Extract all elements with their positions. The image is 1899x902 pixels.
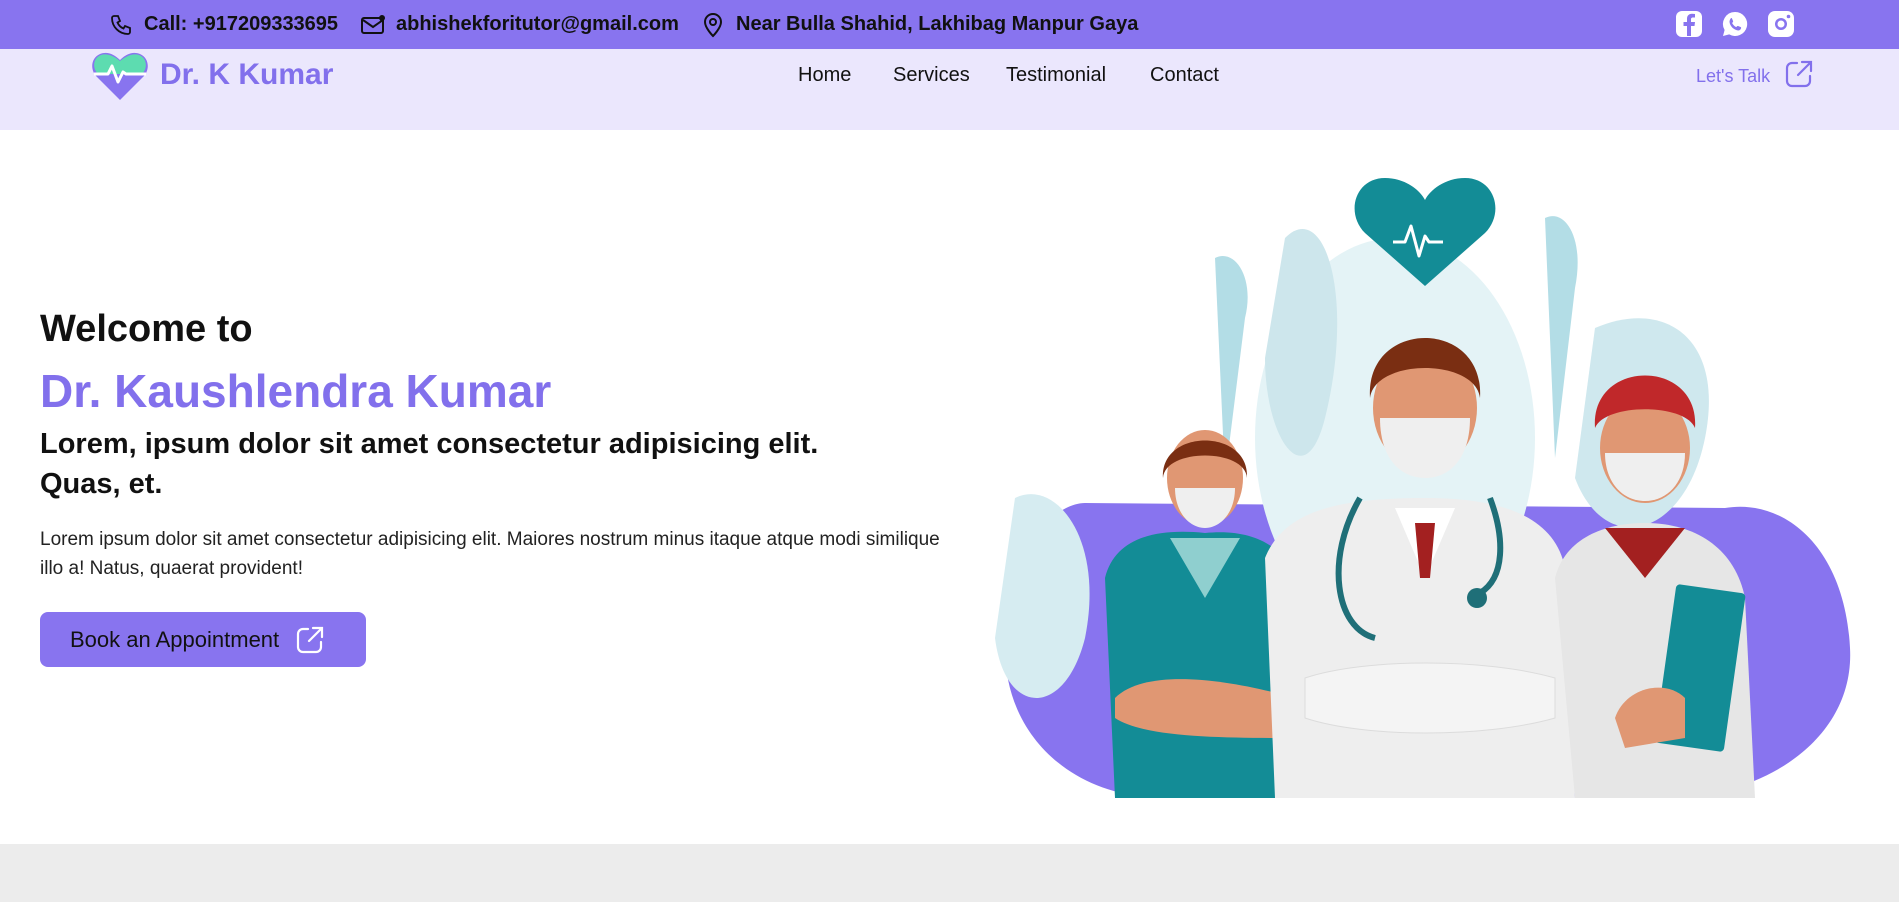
heart-pulse-logo-icon[interactable] bbox=[90, 50, 150, 102]
top-contact-bar: Call: +917209333695 abhishekforitutor@gm… bbox=[0, 0, 1899, 49]
instagram-icon[interactable] bbox=[1766, 9, 1796, 39]
nav-services[interactable]: Services bbox=[893, 64, 970, 87]
hero-description: Lorem ipsum dolor sit amet consectetur a… bbox=[40, 529, 940, 579]
email-text: abhishekforitutor@gmail.com bbox=[396, 13, 679, 35]
book-appointment-label: Book an Appointment bbox=[70, 626, 280, 652]
welcome-heading: Welcome to bbox=[40, 308, 253, 350]
phone-icon bbox=[108, 12, 134, 38]
lets-talk-link[interactable]: Let's Talk bbox=[1696, 66, 1770, 87]
nav-home[interactable]: Home bbox=[798, 64, 851, 87]
brand-name[interactable]: Dr. K Kumar bbox=[160, 58, 333, 92]
email-contact[interactable]: abhishekforitutor@gmail.com bbox=[360, 0, 679, 49]
book-appointment-button[interactable]: Book an Appointment bbox=[40, 612, 366, 667]
nav-contact[interactable]: Contact bbox=[1150, 64, 1219, 87]
address-text: Near Bulla Shahid, Lakhibag Manpur Gaya bbox=[736, 13, 1139, 35]
external-link-icon[interactable] bbox=[1784, 59, 1814, 89]
mail-icon bbox=[360, 12, 386, 38]
section-divider-strip bbox=[0, 844, 1899, 902]
phone-text: Call: +917209333695 bbox=[144, 13, 339, 35]
location-pin-icon bbox=[700, 12, 726, 38]
hero-tagline: Lorem, ipsum dolor sit amet consectetur … bbox=[40, 428, 819, 500]
doctor-name-heading: Dr. Kaushlendra Kumar bbox=[40, 365, 552, 417]
facebook-icon[interactable] bbox=[1674, 9, 1704, 39]
nav-testimonial[interactable]: Testimonial bbox=[1006, 64, 1106, 87]
phone-contact[interactable]: Call: +917209333695 bbox=[108, 0, 338, 49]
whatsapp-icon[interactable] bbox=[1720, 9, 1750, 39]
address-contact: Near Bulla Shahid, Lakhibag Manpur Gaya bbox=[700, 0, 1138, 49]
doctors-illustration bbox=[965, 178, 1855, 802]
external-link-icon bbox=[295, 625, 325, 655]
